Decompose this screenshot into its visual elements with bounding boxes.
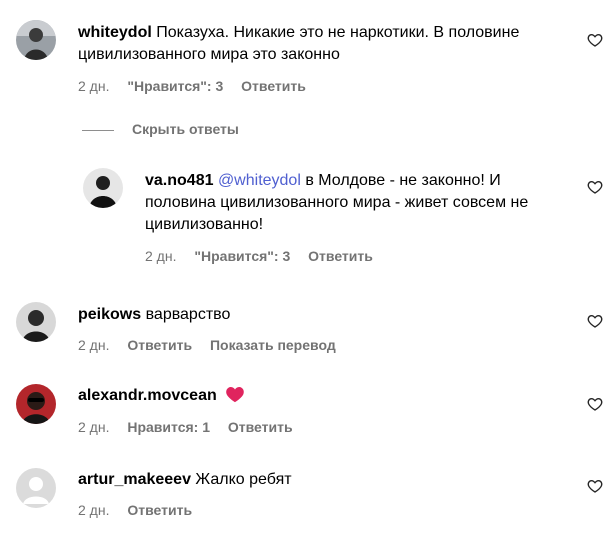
reply-button[interactable]: Ответить bbox=[308, 247, 373, 265]
reply-button[interactable]: Ответить bbox=[228, 418, 293, 436]
comment-likes-count[interactable]: Нравится: 1 bbox=[127, 418, 210, 436]
avatar-va-no481[interactable] bbox=[83, 168, 123, 208]
comment-username[interactable]: alexandr.movcean bbox=[78, 387, 217, 404]
comment-username[interactable]: peikows bbox=[78, 306, 141, 323]
reply-mention-link[interactable]: @whiteydol bbox=[218, 172, 301, 189]
reply-likes-count[interactable]: "Нравится": 3 bbox=[194, 247, 290, 265]
replies-divider-line bbox=[82, 129, 114, 131]
heart-outline-icon[interactable] bbox=[587, 313, 603, 329]
comment-body: peikows варварство bbox=[78, 304, 560, 326]
show-translation-button[interactable]: Показать перевод bbox=[210, 336, 336, 354]
red-heart-emoji bbox=[225, 385, 245, 410]
comment-username[interactable]: artur_makeeev bbox=[78, 471, 191, 488]
comment-time[interactable]: 2 дн. bbox=[78, 336, 109, 354]
avatar-alexandr-movcean[interactable] bbox=[16, 384, 56, 424]
comment-body: alexandr.movcean bbox=[78, 385, 560, 410]
reply-time[interactable]: 2 дн. bbox=[145, 247, 176, 265]
comment-meta: 2 дн. Ответить bbox=[78, 501, 206, 519]
reply-meta: 2 дн. "Нравится": 3 Ответить bbox=[145, 247, 387, 265]
comment-text: Жалко ребят bbox=[195, 471, 292, 488]
heart-outline-icon[interactable] bbox=[587, 396, 603, 412]
heart-outline-icon[interactable] bbox=[587, 179, 603, 195]
comment-meta: 2 дн. Нравится: 1 Ответить bbox=[78, 418, 307, 436]
comment-time[interactable]: 2 дн. bbox=[78, 77, 109, 95]
hide-replies-label: Скрыть ответы bbox=[132, 121, 239, 137]
comment-body: artur_makeeev Жалко ребят bbox=[78, 469, 560, 491]
comment-body: whiteydol Показуха. Никакие это не нарко… bbox=[78, 22, 560, 66]
comment-text: варварство bbox=[145, 306, 231, 323]
comment-meta: 2 дн. "Нравится": 3 Ответить bbox=[78, 77, 320, 95]
heart-outline-icon[interactable] bbox=[587, 478, 603, 494]
reply-username[interactable]: va.no481 bbox=[145, 172, 213, 189]
default-avatar-icon[interactable] bbox=[16, 468, 56, 508]
reply-button[interactable]: Ответить bbox=[127, 501, 192, 519]
comment-username[interactable]: whiteydol bbox=[78, 24, 152, 41]
comment-time[interactable]: 2 дн. bbox=[78, 501, 109, 519]
reply-body: va.no481 @whiteydol в Молдове - не закон… bbox=[145, 170, 545, 236]
comment-meta: 2 дн. Ответить Показать перевод bbox=[78, 336, 350, 354]
hide-replies-button[interactable]: Скрыть ответы bbox=[82, 121, 239, 139]
heart-outline-icon[interactable] bbox=[587, 32, 603, 48]
avatar-peikows[interactable] bbox=[16, 302, 56, 342]
reply-button[interactable]: Ответить bbox=[241, 77, 306, 95]
comment-time[interactable]: 2 дн. bbox=[78, 418, 109, 436]
reply-button[interactable]: Ответить bbox=[127, 336, 192, 354]
comment-likes-count[interactable]: "Нравится": 3 bbox=[127, 77, 223, 95]
avatar-whiteydol[interactable] bbox=[16, 20, 56, 60]
